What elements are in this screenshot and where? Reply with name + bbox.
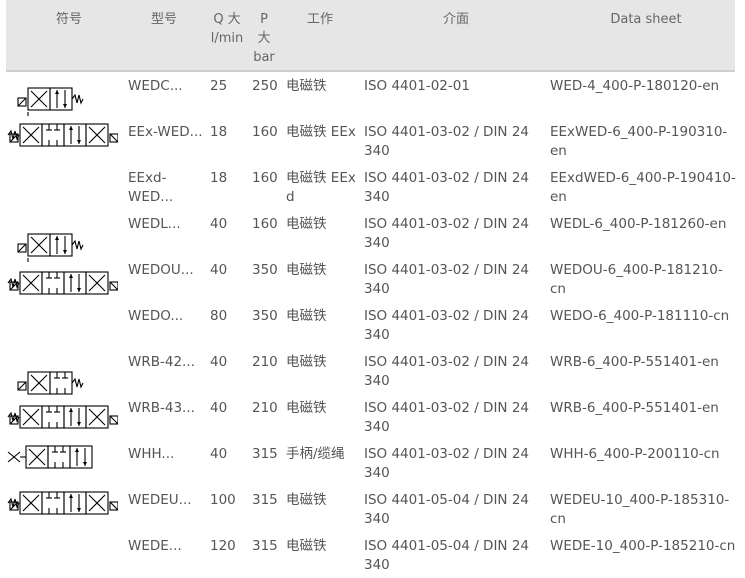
datasheet-link[interactable]: EExWED-6_400-P-190310-en	[550, 123, 736, 161]
operation-cell: 电磁铁	[286, 78, 327, 94]
model-cell[interactable]: EExd-WED...	[128, 169, 206, 207]
valve-3pos-double-solenoid-icon	[7, 271, 119, 295]
header-p-max: P 大 bar	[253, 12, 275, 65]
valve-symbol	[6, 266, 119, 304]
model-cell[interactable]: WEDE...	[128, 537, 206, 556]
interface-cell: ISO 4401-05-04 / DIN 24 340	[364, 538, 529, 573]
valve-symbol	[6, 228, 118, 266]
interface-cell: ISO 4401-03-02 / DIN 24 340	[364, 216, 529, 251]
operation-cell: 电磁铁	[286, 262, 327, 278]
p-max-cell: 160	[252, 124, 278, 140]
q-max-cell: 40	[210, 262, 228, 278]
valve-3pos-double-solenoid-icon	[7, 491, 119, 515]
q-max-cell: 40	[210, 354, 228, 370]
model-cell[interactable]: WEDEU...	[128, 491, 206, 510]
table-row: EExd-WED... 18 160 电磁铁 EEx d ISO 4401-03-02 …	[6, 164, 736, 210]
model-cell[interactable]: EEx-WED...	[128, 123, 206, 142]
model-cell[interactable]: WRB-43...	[128, 399, 206, 418]
interface-cell: ISO 4401-02-01	[364, 78, 470, 94]
datasheet-link[interactable]: WEDL-6_400-P-181260-en	[550, 215, 736, 234]
p-max-cell: 350	[252, 262, 278, 278]
q-max-cell: 18	[210, 170, 228, 186]
operation-cell: 电磁铁	[286, 308, 327, 324]
datasheet-link[interactable]: WEDOU-6_400-P-181210-cn	[550, 261, 736, 299]
operation-cell: 电磁铁	[286, 216, 327, 232]
q-max-cell: 40	[210, 216, 228, 232]
interface-cell: ISO 4401-03-02 / DIN 24 340	[364, 262, 529, 297]
p-max-cell: 210	[252, 400, 278, 416]
header-operation: 工作	[306, 12, 333, 27]
valve-symbol	[6, 400, 119, 438]
valve-3pos-double-solenoid-icon	[7, 123, 119, 147]
p-max-cell: 160	[252, 216, 278, 232]
table-row: WEDO... 80 350 电磁铁 ISO 4401-03-02 / DIN 24 3…	[6, 302, 735, 348]
p-max-cell: 315	[252, 446, 278, 462]
valve-3pos-single-solenoid-icon	[17, 87, 84, 116]
table-row: WEDE... 120 315 电磁铁 ISO 4401-05-04 / DIN 24 …	[6, 532, 735, 578]
p-max-cell: 350	[252, 308, 278, 324]
operation-cell: 电磁铁	[286, 400, 327, 416]
interface-cell: ISO 4401-03-02 / DIN 24 340	[364, 354, 529, 389]
operation-cell: 电磁铁	[286, 492, 327, 508]
datasheet-link[interactable]: WRB-6_400-P-551401-en	[550, 353, 736, 372]
header-model: 型号	[150, 12, 177, 27]
header-q-max: Q 大 l/min	[210, 12, 244, 46]
operation-cell: 电磁铁	[286, 538, 327, 554]
operation-cell: 电磁铁 EEx d	[286, 170, 356, 205]
q-max-cell: 120	[210, 538, 236, 554]
q-max-cell: 80	[210, 308, 228, 324]
operation-cell: 电磁铁 EEx	[286, 124, 356, 140]
p-max-cell: 315	[252, 538, 278, 554]
model-cell[interactable]: WEDOU...	[128, 261, 206, 280]
datasheet-link[interactable]: WEDEU-10_400-P-185310-cn	[550, 491, 736, 529]
valve-symbol	[6, 366, 118, 404]
model-cell[interactable]: WEDC...	[128, 77, 206, 96]
q-max-cell: 40	[210, 400, 228, 416]
valve-2pos-spring-return-icon	[17, 371, 84, 395]
datasheet-link[interactable]: WHH-6_400-P-200110-cn	[550, 445, 736, 464]
valve-manual-lever-icon	[7, 445, 93, 469]
table-header: 符号 型号 Q 大 l/min P 大 bar 工作 介面 Data sheet	[6, 0, 735, 72]
model-cell[interactable]: WHH...	[128, 445, 206, 464]
operation-cell: 电磁铁	[286, 354, 327, 370]
model-cell[interactable]: WEDO...	[128, 307, 206, 326]
datasheet-link[interactable]: WED-4_400-P-180120-en	[550, 77, 736, 96]
interface-cell: ISO 4401-03-02 / DIN 24 340	[364, 170, 529, 205]
interface-cell: ISO 4401-03-02 / DIN 24 340	[364, 400, 529, 435]
valve-symbol	[6, 486, 119, 524]
datasheet-link[interactable]: WRB-6_400-P-551401-en	[550, 399, 736, 418]
q-max-cell: 18	[210, 124, 228, 140]
q-max-cell: 25	[210, 78, 228, 94]
valve-3pos-double-solenoid-icon	[7, 405, 119, 429]
interface-cell: ISO 4401-03-02 / DIN 24 340	[364, 124, 529, 159]
interface-cell: ISO 4401-03-02 / DIN 24 340	[364, 446, 529, 481]
p-max-cell: 250	[252, 78, 278, 94]
model-cell[interactable]: WEDL...	[128, 215, 206, 234]
q-max-cell: 40	[210, 446, 228, 462]
valve-symbol	[6, 440, 118, 478]
interface-cell: ISO 4401-05-04 / DIN 24 340	[364, 492, 529, 527]
header-symbol: 符号	[55, 12, 82, 27]
q-max-cell: 100	[210, 492, 236, 508]
p-max-cell: 210	[252, 354, 278, 370]
valve-2pos-single-solenoid-icon	[17, 233, 84, 262]
header-datasheet: Data sheet	[610, 12, 682, 27]
interface-cell: ISO 4401-03-02 / DIN 24 340	[364, 308, 529, 343]
p-max-cell: 160	[252, 170, 278, 186]
model-cell[interactable]: WRB-42...	[128, 353, 206, 372]
header-interface: 介面	[442, 12, 469, 27]
valve-symbol	[6, 82, 118, 120]
operation-cell: 手柄/缆绳	[286, 446, 345, 462]
valve-symbol	[6, 118, 119, 156]
p-max-cell: 315	[252, 492, 278, 508]
datasheet-link[interactable]: WEDO-6_400-P-181110-cn	[550, 307, 736, 326]
datasheet-link[interactable]: EExdWED-6_400-P-190410-en	[550, 169, 736, 207]
datasheet-link[interactable]: WEDE-10_400-P-185210-cn	[550, 537, 736, 556]
